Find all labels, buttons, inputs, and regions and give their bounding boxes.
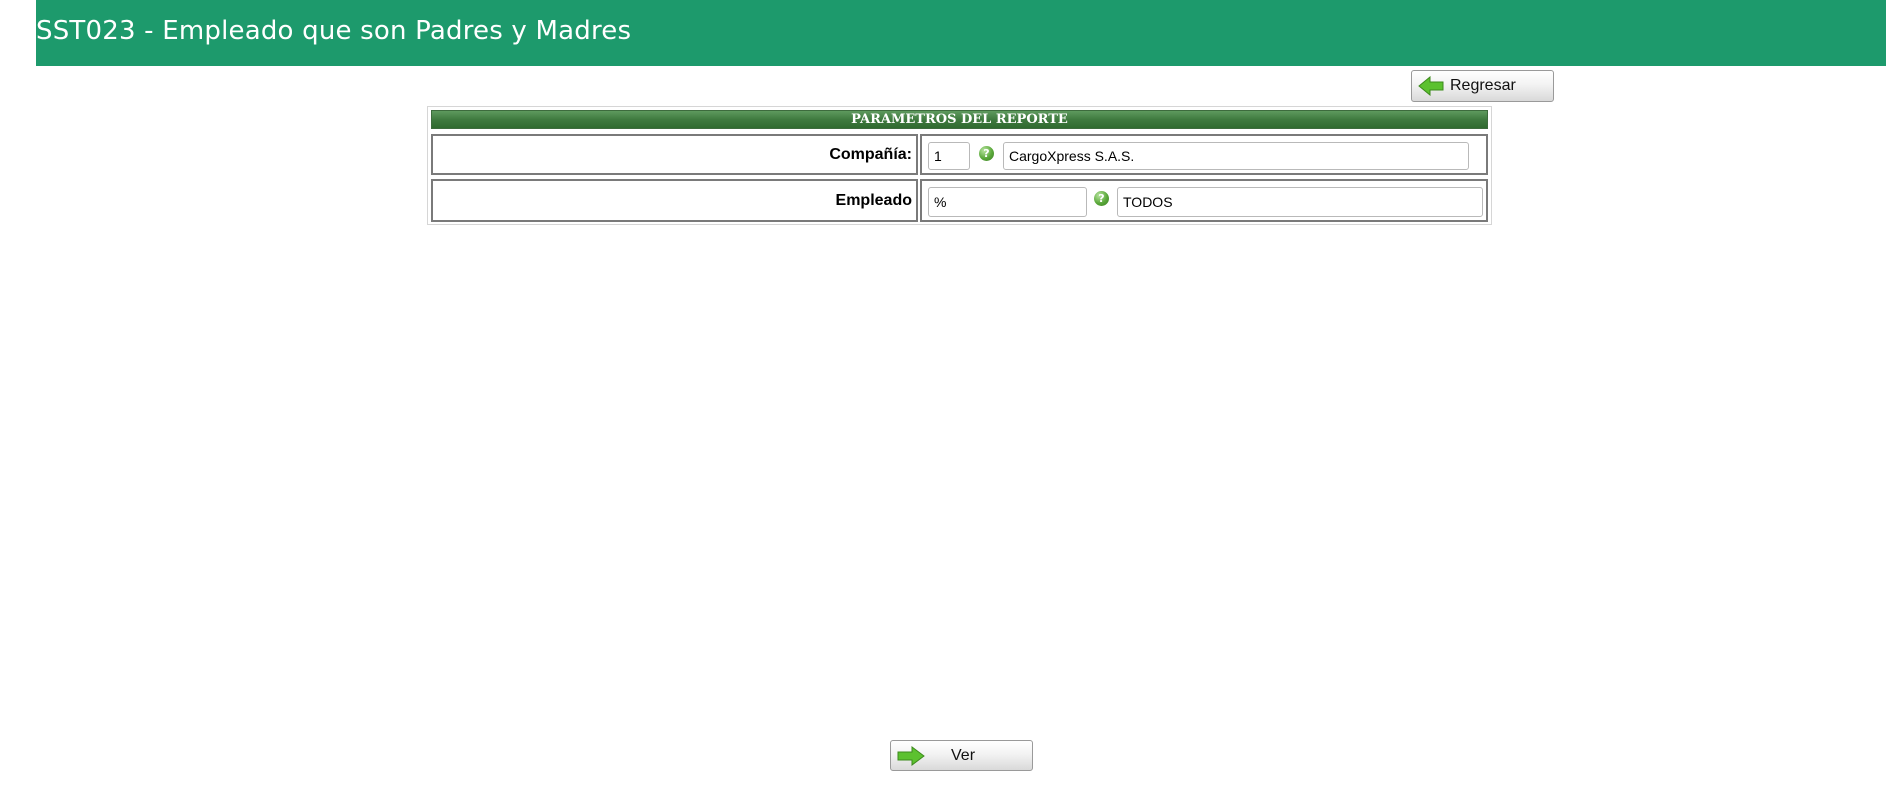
employee-value-cell: % ? TODOS <box>920 179 1488 222</box>
employee-code-input[interactable]: % <box>928 187 1087 217</box>
employee-label: Empleado <box>431 179 918 222</box>
report-parameters-panel: PARAMETROS DEL REPORTE Compañía: 1 ? Car… <box>427 106 1492 225</box>
employee-name-field: TODOS <box>1117 187 1483 217</box>
back-button[interactable]: Regresar <box>1411 70 1554 102</box>
parameters-title: PARAMETROS DEL REPORTE <box>431 110 1488 129</box>
back-button-label: Regresar <box>1450 77 1516 94</box>
company-label: Compañía: <box>431 134 918 175</box>
help-icon[interactable]: ? <box>1094 191 1109 206</box>
app-header: SST023 - Empleado que son Padres y Madre… <box>36 0 1886 66</box>
view-button-label: Ver <box>951 747 976 764</box>
company-name-field: CargoXpress S.A.S. <box>1003 142 1469 170</box>
back-arrow-icon <box>1418 75 1444 101</box>
page-title: SST023 - Empleado que son Padres y Madre… <box>36 16 632 46</box>
help-icon[interactable]: ? <box>979 146 994 161</box>
forward-arrow-icon <box>897 746 925 771</box>
view-button[interactable]: Ver <box>890 740 1033 771</box>
company-value-cell: 1 ? CargoXpress S.A.S. <box>920 134 1488 175</box>
company-code-input[interactable]: 1 <box>928 142 970 170</box>
